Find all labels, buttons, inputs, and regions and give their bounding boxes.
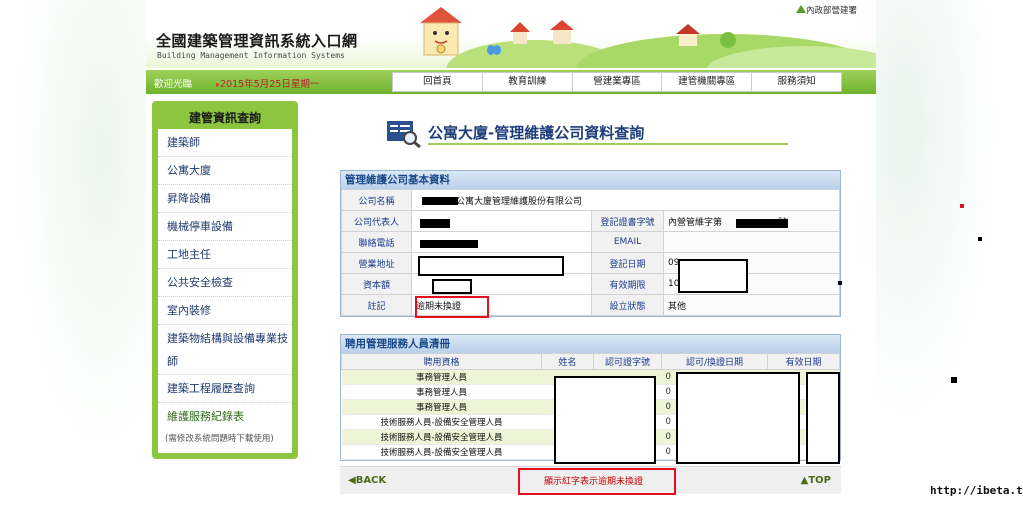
sidebar-item-parking[interactable]: 機械停車設備 — [158, 213, 292, 241]
redaction-bar — [736, 219, 788, 228]
sidebar-menu: 建築師 公寓大廈 昇降設備 機械停車設備 工地主任 公共安全檢查 室內裝修 建築… — [158, 129, 292, 453]
watermark-text: http://ibeta.tw — [930, 484, 1023, 497]
stray-mark — [951, 377, 957, 383]
redaction-box — [432, 279, 472, 294]
cell-qualification: 事務管理人員 — [341, 399, 542, 415]
red-roof-houses-icon — [510, 20, 574, 44]
left-decoration — [0, 0, 146, 506]
company-info-panel: 管理維護公司基本資料 公司名稱 公寓大廈管理維護股份有限公司 公司代表人 登記證… — [340, 170, 841, 317]
redaction-box — [806, 372, 840, 464]
main-menu: 回首頁 教育訓練 營建業專區 建管機關專區 服務須知 — [392, 72, 842, 92]
sidebar-item-structural-engineer[interactable]: 建築物結構與設備專業技師 — [158, 325, 292, 375]
cottage-icon — [676, 24, 736, 48]
redaction-box — [676, 372, 800, 464]
ministry-link[interactable]: 內政部營建署 — [806, 4, 857, 16]
page-title: 公寓大廈-管理維護公司資料查詢 — [428, 124, 645, 142]
col-name: 姓名 — [541, 353, 594, 370]
site-header: 全國建築管理資訊系統入口網 Building Management Inform… — [146, 0, 876, 68]
page-heading: 公寓大廈-管理維護公司資料查詢 — [386, 118, 796, 150]
butterfly-icon — [487, 45, 501, 55]
col-qualification: 聘用資格 — [341, 353, 542, 370]
cell-qualification: 事務管理人員 — [341, 369, 542, 385]
redaction-box — [418, 256, 564, 276]
nav-home[interactable]: 回首頁 — [393, 73, 483, 91]
label-company-name: 公司名稱 — [341, 189, 412, 211]
label-email: EMAIL — [591, 231, 664, 253]
sidebar: 建管資訊查詢 建築師 公寓大廈 昇降設備 機械停車設備 工地主任 公共安全檢查 … — [152, 101, 298, 459]
search-document-icon — [387, 121, 421, 148]
redaction-bar — [420, 240, 478, 248]
redaction-box — [554, 376, 656, 464]
nav-agency-zone[interactable]: 建管機關專區 — [662, 73, 753, 91]
label-status: 設立狀態 — [591, 294, 664, 316]
label-representative: 公司代表人 — [341, 210, 412, 232]
mascot-house-icon — [420, 7, 462, 56]
nav-bar: 歡迎光臨 ▸2015年5月25日星期一 回首頁 教育訓練 營建業專區 建管機關專… — [146, 70, 876, 94]
value-email — [663, 231, 840, 253]
current-date-text: 2015年5月25日星期一 — [220, 79, 320, 90]
sidebar-item-site-supervisor[interactable]: 工地主任 — [158, 241, 292, 269]
nav-construction-zone[interactable]: 營建業專區 — [573, 73, 663, 91]
nav-service-info[interactable]: 服務須知 — [752, 73, 841, 91]
value-company-name: 公寓大廈管理維護股份有限公司 — [411, 189, 840, 211]
label-reg-date: 登記日期 — [591, 252, 664, 274]
label-cert-no: 登記證書字號 — [591, 210, 664, 232]
sidebar-item-interior[interactable]: 室內裝修 — [158, 297, 292, 325]
site-subtitle: Building Management Information Systems — [157, 51, 345, 60]
top-button[interactable]: ▲TOP — [801, 475, 831, 486]
remark-highlight-box — [415, 296, 489, 318]
redaction-bar — [422, 197, 458, 205]
cell-qualification: 事務管理人員 — [341, 384, 542, 400]
label-remark: 註記 — [341, 294, 412, 316]
sidebar-title: 建管資訊查詢 — [188, 111, 261, 125]
value-status: 其他 — [663, 294, 840, 316]
screenshot-stage: 全國建築管理資訊系統入口網 Building Management Inform… — [0, 0, 1023, 506]
title-underline — [428, 143, 788, 145]
legend-highlight-box — [518, 468, 676, 495]
sidebar-note: (需修改系統問題時下載使用) — [165, 434, 274, 444]
label-address: 營業地址 — [341, 252, 412, 274]
current-date: ▸2015年5月25日星期一 — [216, 76, 319, 90]
cell-qualification: 技術服務人員-設備安全管理人員 — [341, 444, 542, 460]
sidebar-item-construction-history[interactable]: 建築工程履歷查詢 — [158, 375, 292, 403]
label-phone: 聯絡電話 — [341, 231, 412, 253]
cert-no-prefix: 內營管維字第 — [668, 217, 723, 228]
welcome-text: 歡迎光臨 — [154, 79, 193, 90]
label-valid-until: 有效期限 — [591, 273, 664, 295]
col-valid-date: 有效日期 — [767, 353, 840, 370]
ministry-logo-icon — [796, 5, 806, 13]
portal-frame: 全國建築管理資訊系統入口網 Building Management Inform… — [146, 0, 876, 506]
stray-mark — [978, 237, 982, 241]
company-panel-title: 管理維護公司基本資料 — [341, 171, 840, 189]
sidebar-item-elevator[interactable]: 昇降設備 — [158, 185, 292, 213]
redaction-box — [678, 259, 748, 293]
col-cert-no: 認可證字號 — [593, 353, 662, 370]
sidebar-item-maintenance-record[interactable]: 維護服務紀錄表 — [158, 403, 292, 430]
stray-mark — [960, 204, 964, 208]
staff-panel-title: 聘用管理服務人員清冊 — [341, 335, 840, 353]
col-cert-date: 認可/換證日期 — [661, 353, 768, 370]
nav-training[interactable]: 教育訓練 — [483, 73, 573, 91]
back-button[interactable]: ◀BACK — [348, 475, 386, 486]
site-title: 全國建築管理資訊系統入口網 — [156, 32, 358, 50]
label-capital: 資本額 — [341, 273, 412, 295]
sidebar-item-architect[interactable]: 建築師 — [158, 129, 292, 157]
sidebar-item-public-safety[interactable]: 公共安全檢查 — [158, 269, 292, 297]
right-decoration — [876, 0, 1023, 506]
sidebar-item-apartment[interactable]: 公寓大廈 — [158, 157, 292, 185]
cell-qualification: 技術服務人員-設備安全管理人員 — [341, 414, 542, 430]
cell-qualification: 技術服務人員-設備安全管理人員 — [341, 429, 542, 445]
stray-mark — [838, 281, 842, 285]
redaction-bar — [420, 219, 450, 228]
